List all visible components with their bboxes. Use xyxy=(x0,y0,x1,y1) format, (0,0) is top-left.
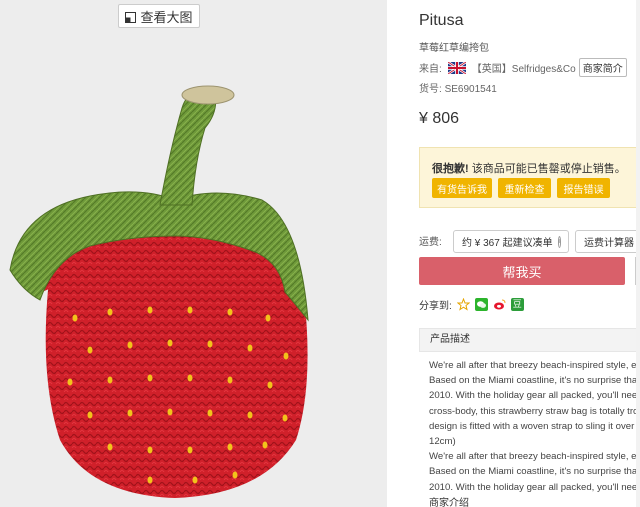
view-large-image-button[interactable]: 查看大图 xyxy=(118,4,200,28)
sku-value: SE6901541 xyxy=(444,84,497,95)
weibo-icon[interactable] xyxy=(493,298,506,311)
description-text: We're all after that breezy beach-inspir… xyxy=(429,358,640,495)
price: ¥ 806 xyxy=(419,110,460,127)
product-info: Pitusa 草莓红草编挎包 来自: 【英国】Selfridges&Co 商家简… xyxy=(419,0,640,507)
source-value[interactable]: 【英国】Selfridges&Co xyxy=(472,60,576,75)
scrollbar[interactable] xyxy=(636,0,640,507)
uk-flag-icon xyxy=(447,60,467,75)
shipping-estimate-text: 约 ¥ 367 起建议凑单 xyxy=(462,238,553,249)
merchant-profile-button[interactable]: 商家简介 xyxy=(578,58,627,77)
brand-name[interactable]: Pitusa xyxy=(419,12,463,30)
source-label: 来自: xyxy=(419,64,442,75)
recheck-button[interactable]: 重新检查 xyxy=(498,178,551,198)
description-line: 2010. With the holiday gear all packed, … xyxy=(429,390,640,402)
description-line: We're all after that breezy beach-inspir… xyxy=(429,360,640,371)
description-line: 2010. With the holiday gear all packed, … xyxy=(429,481,640,493)
star-icon[interactable] xyxy=(456,297,471,311)
shipping-calculator-button[interactable]: 运费计算器 xyxy=(575,230,639,253)
shipping-label: 运费: xyxy=(419,237,442,248)
description-line: We're all after that breezy beach-inspir… xyxy=(429,451,640,463)
sku-label: 货号: xyxy=(419,84,442,95)
description-tab[interactable]: 产品描述 xyxy=(419,328,640,352)
notice-title: 很抱歉! xyxy=(432,163,469,175)
buy-for-me-button[interactable]: 帮我买 xyxy=(419,257,625,285)
description-line: Based on the Miami coastline, it's no su… xyxy=(429,375,640,387)
sku-row: 货号: SE6901541 xyxy=(419,80,497,95)
merchant-intro-heading[interactable]: 商家介绍 xyxy=(429,494,469,507)
douban-icon[interactable]: 豆 xyxy=(510,298,524,311)
description-line: cross-body, this strawberry straw bag is… xyxy=(429,405,640,417)
product-image[interactable] xyxy=(0,0,387,507)
notice-message: 该商品可能已售罄或停止销售。 xyxy=(471,163,626,175)
wechat-icon[interactable] xyxy=(474,298,488,311)
view-large-image-label: 查看大图 xyxy=(140,9,193,25)
zoom-icon xyxy=(125,11,137,23)
notice-text: 很抱歉! 该商品可能已售罄或停止销售。 xyxy=(432,160,626,176)
description-line: Based on the Miami coastline, it's no su… xyxy=(429,466,640,478)
share-row: 分享到: 豆 xyxy=(419,297,524,312)
description-line: 12cm) xyxy=(429,436,456,448)
shipping-estimate[interactable]: 约 ¥ 367 起建议凑单 i xyxy=(453,230,569,253)
source-row: 来自: 【英国】Selfridges&Co 商家简介 xyxy=(419,58,627,77)
notify-when-available-button[interactable]: 有货告诉我 xyxy=(432,178,492,198)
product-gallery: 查看大图 xyxy=(0,0,387,507)
info-icon: i xyxy=(557,235,562,248)
report-error-button[interactable]: 报告错误 xyxy=(557,178,610,198)
description-line: design is fitted with a woven strap to s… xyxy=(429,420,640,432)
sold-out-notice: 很抱歉! 该商品可能已售罄或停止销售。 有货告诉我 重新检查 报告错误 xyxy=(419,147,640,208)
share-label: 分享到: xyxy=(419,301,452,312)
product-subtitle: 草莓红草编挎包 xyxy=(419,43,489,54)
